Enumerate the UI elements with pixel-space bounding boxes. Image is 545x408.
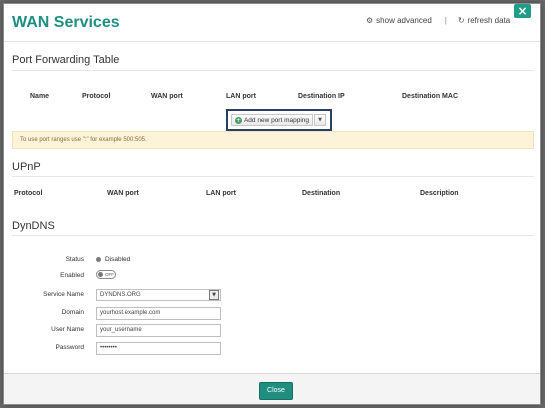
- status-value: Disabled: [96, 256, 130, 263]
- enabled-label: Enabled: [60, 272, 84, 279]
- service-name-select[interactable]: DYNDNS.ORG ▼: [96, 289, 221, 301]
- upnp-col-lan-port: LAN port: [206, 190, 236, 197]
- pf-col-destination-ip: Destination IP: [298, 93, 345, 100]
- port-forwarding-divider: [12, 70, 534, 71]
- add-port-mapping-group: + Add new port mapping ▼: [226, 109, 332, 131]
- status-dot-icon: [96, 257, 101, 262]
- upnp-col-destination: Destination: [302, 190, 341, 197]
- close-icon[interactable]: ×: [514, 4, 531, 18]
- upnp-col-wan-port: WAN port: [107, 190, 139, 197]
- plus-icon: +: [234, 116, 242, 124]
- port-range-note: To use port ranges use ":" for example 5…: [12, 131, 534, 149]
- pf-col-wan-port: WAN port: [151, 93, 183, 100]
- status-text: Disabled: [105, 256, 131, 263]
- link-separator: |: [444, 16, 447, 25]
- upnp-col-description: Description: [420, 190, 459, 197]
- refresh-data-link[interactable]: ↻ refresh data: [458, 16, 510, 25]
- gear-icon: ⚙: [366, 16, 374, 25]
- status-label: Status: [65, 256, 84, 263]
- pf-col-destination-mac: Destination MAC: [402, 93, 458, 100]
- show-advanced-link[interactable]: ⚙ show advanced: [366, 16, 432, 25]
- top-links: ⚙ show advanced | ↻ refresh data: [366, 16, 510, 25]
- enabled-toggle[interactable]: OFF: [96, 270, 116, 279]
- refresh-data-label: refresh data: [467, 16, 511, 25]
- password-input[interactable]: ••••••••: [96, 342, 221, 355]
- password-label: Password: [55, 344, 84, 351]
- upnp-col-protocol: Protocol: [14, 190, 43, 197]
- show-advanced-label: show advanced: [376, 16, 432, 25]
- add-port-mapping-dropdown[interactable]: ▼: [314, 114, 326, 126]
- dropdown-arrow-icon: ▼: [209, 290, 219, 300]
- service-name-label: Service Name: [43, 291, 84, 298]
- service-name-value: DYNDNS.ORG: [100, 292, 141, 298]
- port-forwarding-title: Port Forwarding Table: [12, 54, 120, 66]
- refresh-icon: ↻: [457, 16, 465, 25]
- caret-down-icon: ▼: [318, 117, 322, 123]
- pf-col-protocol: Protocol: [82, 93, 111, 100]
- header-divider: [4, 41, 540, 42]
- domain-input[interactable]: yourhost.example.com: [96, 307, 221, 320]
- close-button[interactable]: Close: [259, 382, 293, 400]
- add-port-mapping-label: Add new port mapping: [243, 116, 310, 124]
- pf-col-name: Name: [30, 93, 50, 100]
- domain-label: Domain: [61, 309, 84, 316]
- wan-services-dialog: × WAN Services ⚙ show advanced | ↻ refre…: [3, 3, 541, 405]
- add-port-mapping-button[interactable]: + Add new port mapping: [231, 114, 313, 126]
- dyndns-title: DynDNS: [12, 220, 55, 232]
- username-input[interactable]: your_username: [96, 324, 221, 337]
- pf-col-lan-port: LAN port: [226, 93, 256, 100]
- dyndns-divider: [12, 235, 534, 236]
- dialog-title: WAN Services: [12, 14, 120, 31]
- upnp-title: UPnP: [12, 161, 41, 173]
- username-label: User Name: [51, 326, 84, 333]
- upnp-divider: [12, 176, 534, 177]
